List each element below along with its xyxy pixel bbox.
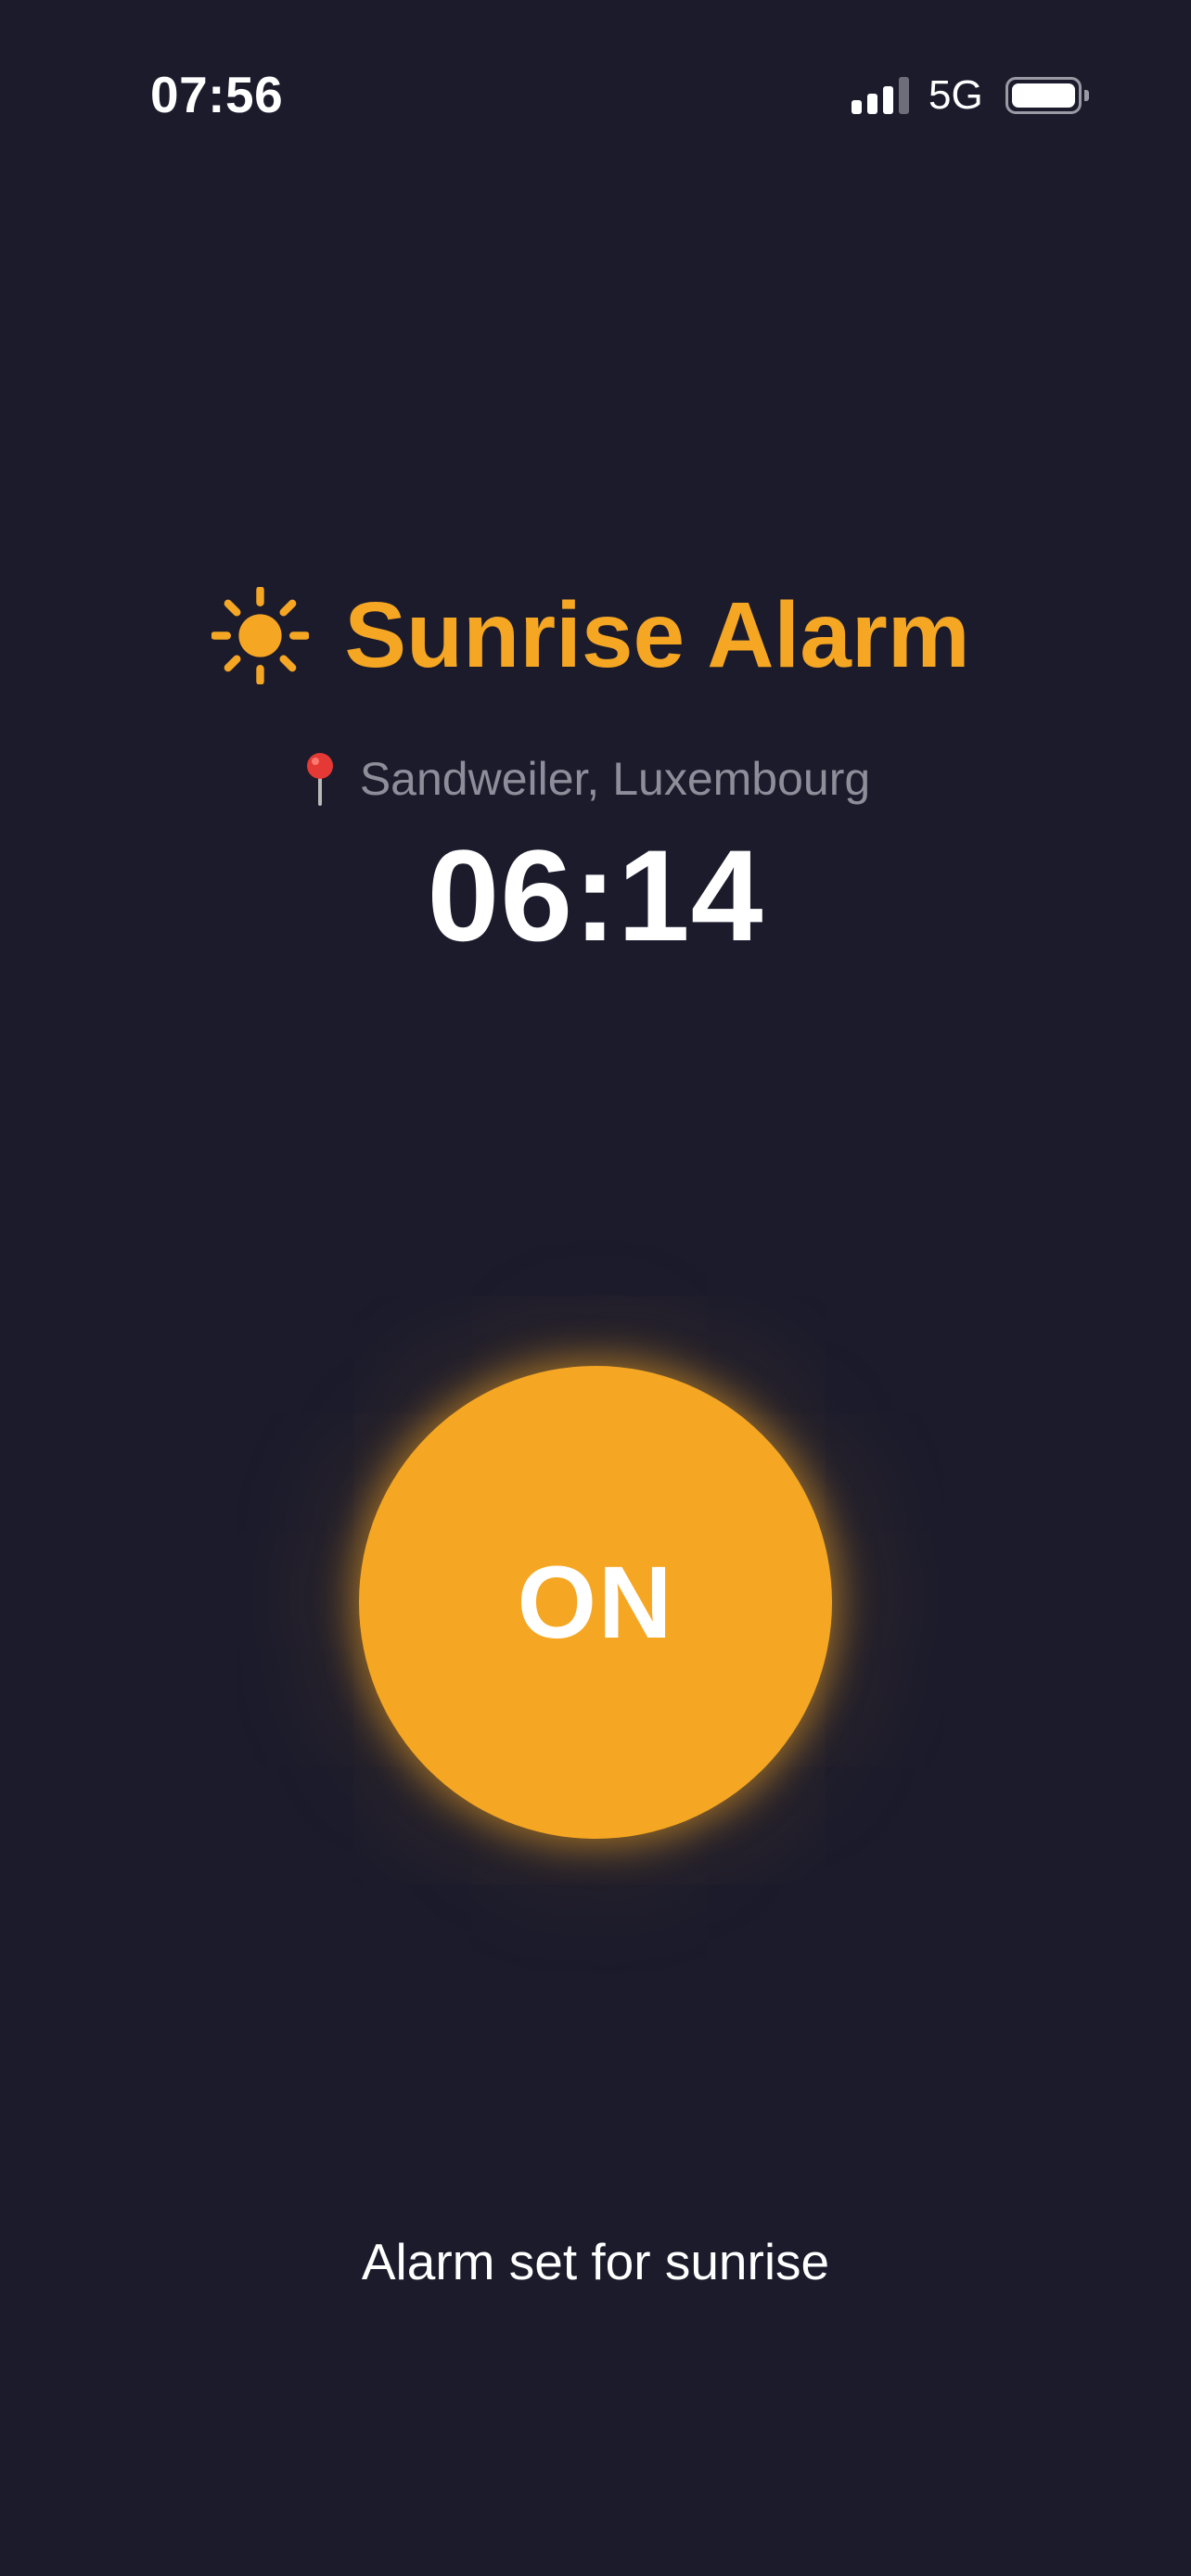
location-label: Sandweiler, Luxembourg: [359, 753, 871, 805]
alarm-time: 06:14: [427, 823, 764, 968]
pin-icon: [306, 753, 333, 806]
alarm-toggle-label: ON: [517, 1545, 674, 1660]
signal-strength-icon: [852, 77, 909, 114]
alarm-toggle-button[interactable]: ON: [359, 1366, 832, 1839]
location-row: Sandweiler, Luxembourg: [0, 746, 1191, 811]
page-title: Sunrise Alarm: [344, 582, 970, 687]
network-type: 5G: [928, 72, 983, 118]
alarm-status-text: Alarm set for sunrise: [361, 2233, 830, 2290]
sun-icon: [211, 586, 310, 684]
status-bar-indicators: 5G: [852, 72, 1089, 119]
status-bar-time: 07:56: [150, 66, 284, 123]
battery-icon: [1005, 77, 1089, 114]
header: Sunrise Alarm: [0, 580, 1191, 691]
